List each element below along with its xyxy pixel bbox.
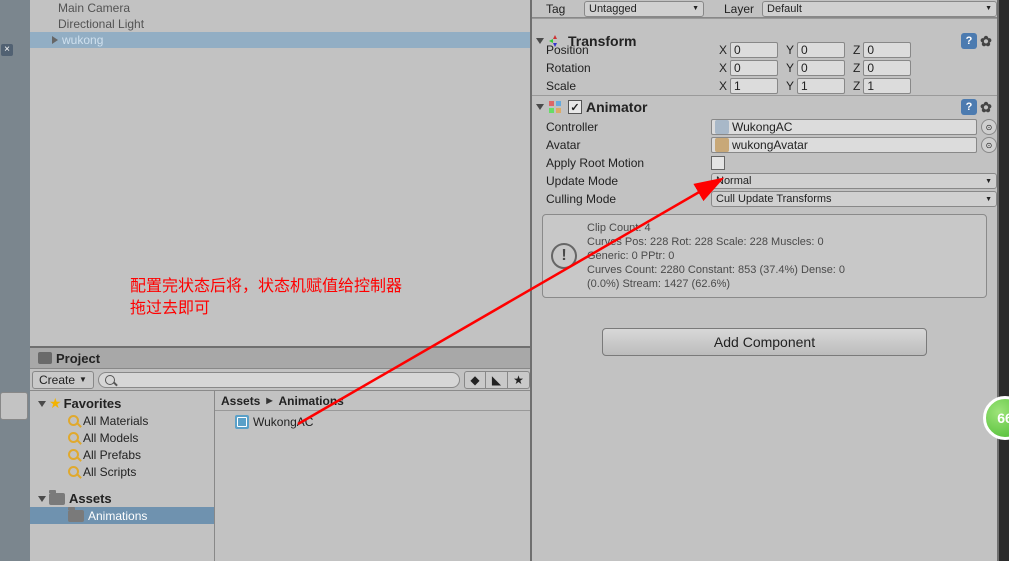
help-icon[interactable]: ? <box>961 99 977 115</box>
object-picker-button[interactable]: ⊙ <box>981 119 997 135</box>
save-search-button[interactable]: ★ <box>508 371 530 389</box>
apply-root-motion-checkbox[interactable] <box>711 156 725 170</box>
project-tree: ★Favorites All Materials All Models All … <box>30 391 215 561</box>
rotation-z-input[interactable]: 0 <box>863 60 911 76</box>
search-icon <box>68 432 79 443</box>
folder-icon <box>38 352 52 364</box>
breadcrumb[interactable]: Assets▶Animations <box>215 391 530 411</box>
layer-label: Layer <box>724 2 754 16</box>
close-icon[interactable]: × <box>1 44 13 56</box>
expander-icon[interactable] <box>52 36 58 44</box>
object-picker-button[interactable]: ⊙ <box>981 137 997 153</box>
update-mode-dropdown[interactable]: Normal▼ <box>711 173 997 189</box>
folder-item-selected[interactable]: Animations <box>30 507 214 524</box>
project-tab[interactable]: Project <box>30 348 530 369</box>
update-mode-label: Update Mode <box>546 174 711 188</box>
controller-label: Controller <box>546 120 711 134</box>
scale-y-input[interactable]: 1 <box>797 78 845 94</box>
help-icon[interactable]: ? <box>961 33 977 49</box>
hierarchy-item-selected[interactable]: wukong <box>30 32 530 48</box>
position-y-input[interactable]: 0 <box>797 42 845 58</box>
position-label: Position <box>546 43 711 57</box>
search-icon <box>68 415 79 426</box>
layer-dropdown[interactable]: Default▼ <box>762 1 997 17</box>
avatar-label: Avatar <box>546 138 711 152</box>
filter-type-button[interactable]: ◆ <box>464 371 486 389</box>
position-x-input[interactable]: 0 <box>730 42 778 58</box>
folder-icon <box>49 493 65 505</box>
rotation-y-input[interactable]: 0 <box>797 60 845 76</box>
folder-icon <box>68 510 84 522</box>
hierarchy-item[interactable]: Directional Light <box>30 16 530 32</box>
favorite-item[interactable]: All Prefabs <box>30 446 214 463</box>
gear-icon[interactable]: ✿ <box>979 100 993 114</box>
create-button[interactable]: Create▼ <box>32 371 94 389</box>
scale-z-input[interactable]: 1 <box>863 78 911 94</box>
search-input[interactable] <box>98 372 460 388</box>
info-icon: ! <box>551 243 577 269</box>
search-icon <box>68 449 79 460</box>
animator-controller-icon <box>715 120 729 134</box>
animator-icon <box>548 100 562 114</box>
apply-root-motion-label: Apply Root Motion <box>546 156 711 170</box>
scale-label: Scale <box>546 79 711 93</box>
inspector-panel: Tag Untagged▼ Layer Default▼ Transform ?… <box>532 0 999 561</box>
gear-icon[interactable]: ✿ <box>979 34 993 48</box>
avatar-icon <box>715 138 729 152</box>
star-icon: ★ <box>49 395 62 412</box>
asset-item[interactable]: WukongAC <box>215 413 530 431</box>
add-component-button[interactable]: Add Component <box>602 328 927 356</box>
project-panel: Project Create▼ ◆ ◣ ★ ★Favorites All Mat… <box>30 348 530 561</box>
favorite-item[interactable]: All Materials <box>30 412 214 429</box>
controller-field[interactable]: WukongAC <box>711 119 977 135</box>
culling-mode-dropdown[interactable]: Cull Update Transforms▼ <box>711 191 997 207</box>
tag-label: Tag <box>546 2 576 16</box>
animator-controller-icon <box>235 415 249 429</box>
animator-component: ✓ Animator ? ✿ Controller WukongAC ⊙ Ava… <box>532 95 997 304</box>
tag-dropdown[interactable]: Untagged▼ <box>584 1 704 17</box>
project-content: Assets▶Animations WukongAC <box>215 391 530 561</box>
rotation-label: Rotation <box>546 61 711 75</box>
search-icon <box>68 466 79 477</box>
component-enabled-checkbox[interactable]: ✓ <box>568 100 582 114</box>
animator-info-box: ! Clip Count: 4 Curves Pos: 228 Rot: 228… <box>542 214 987 298</box>
annotation-text: 配置完状态后将，状态机赋值给控制器 拖过去即可 <box>130 276 402 320</box>
scale-x-input[interactable]: 1 <box>730 78 778 94</box>
favorite-item[interactable]: All Models <box>30 429 214 446</box>
filter-label-button[interactable]: ◣ <box>486 371 508 389</box>
transform-component: Transform ? ✿ Position X0 Y0 Z0 Rotation… <box>532 18 997 95</box>
assets-header[interactable]: Assets <box>30 490 214 507</box>
right-edge <box>999 0 1009 561</box>
search-icon <box>105 375 115 385</box>
avatar-field[interactable]: wukongAvatar <box>711 137 977 153</box>
expander-icon[interactable] <box>536 104 544 110</box>
hierarchy-panel: Main Camera Directional Light wukong 配置完… <box>30 0 530 348</box>
position-z-input[interactable]: 0 <box>863 42 911 58</box>
tool-button[interactable] <box>0 392 28 420</box>
rotation-x-input[interactable]: 0 <box>730 60 778 76</box>
culling-mode-label: Culling Mode <box>546 192 711 206</box>
hierarchy-item[interactable]: Main Camera <box>30 0 530 16</box>
favorites-header[interactable]: ★Favorites <box>30 395 214 412</box>
scene-view-strip: × <box>0 0 30 561</box>
favorite-item[interactable]: All Scripts <box>30 463 214 480</box>
expander-icon[interactable] <box>536 38 544 44</box>
